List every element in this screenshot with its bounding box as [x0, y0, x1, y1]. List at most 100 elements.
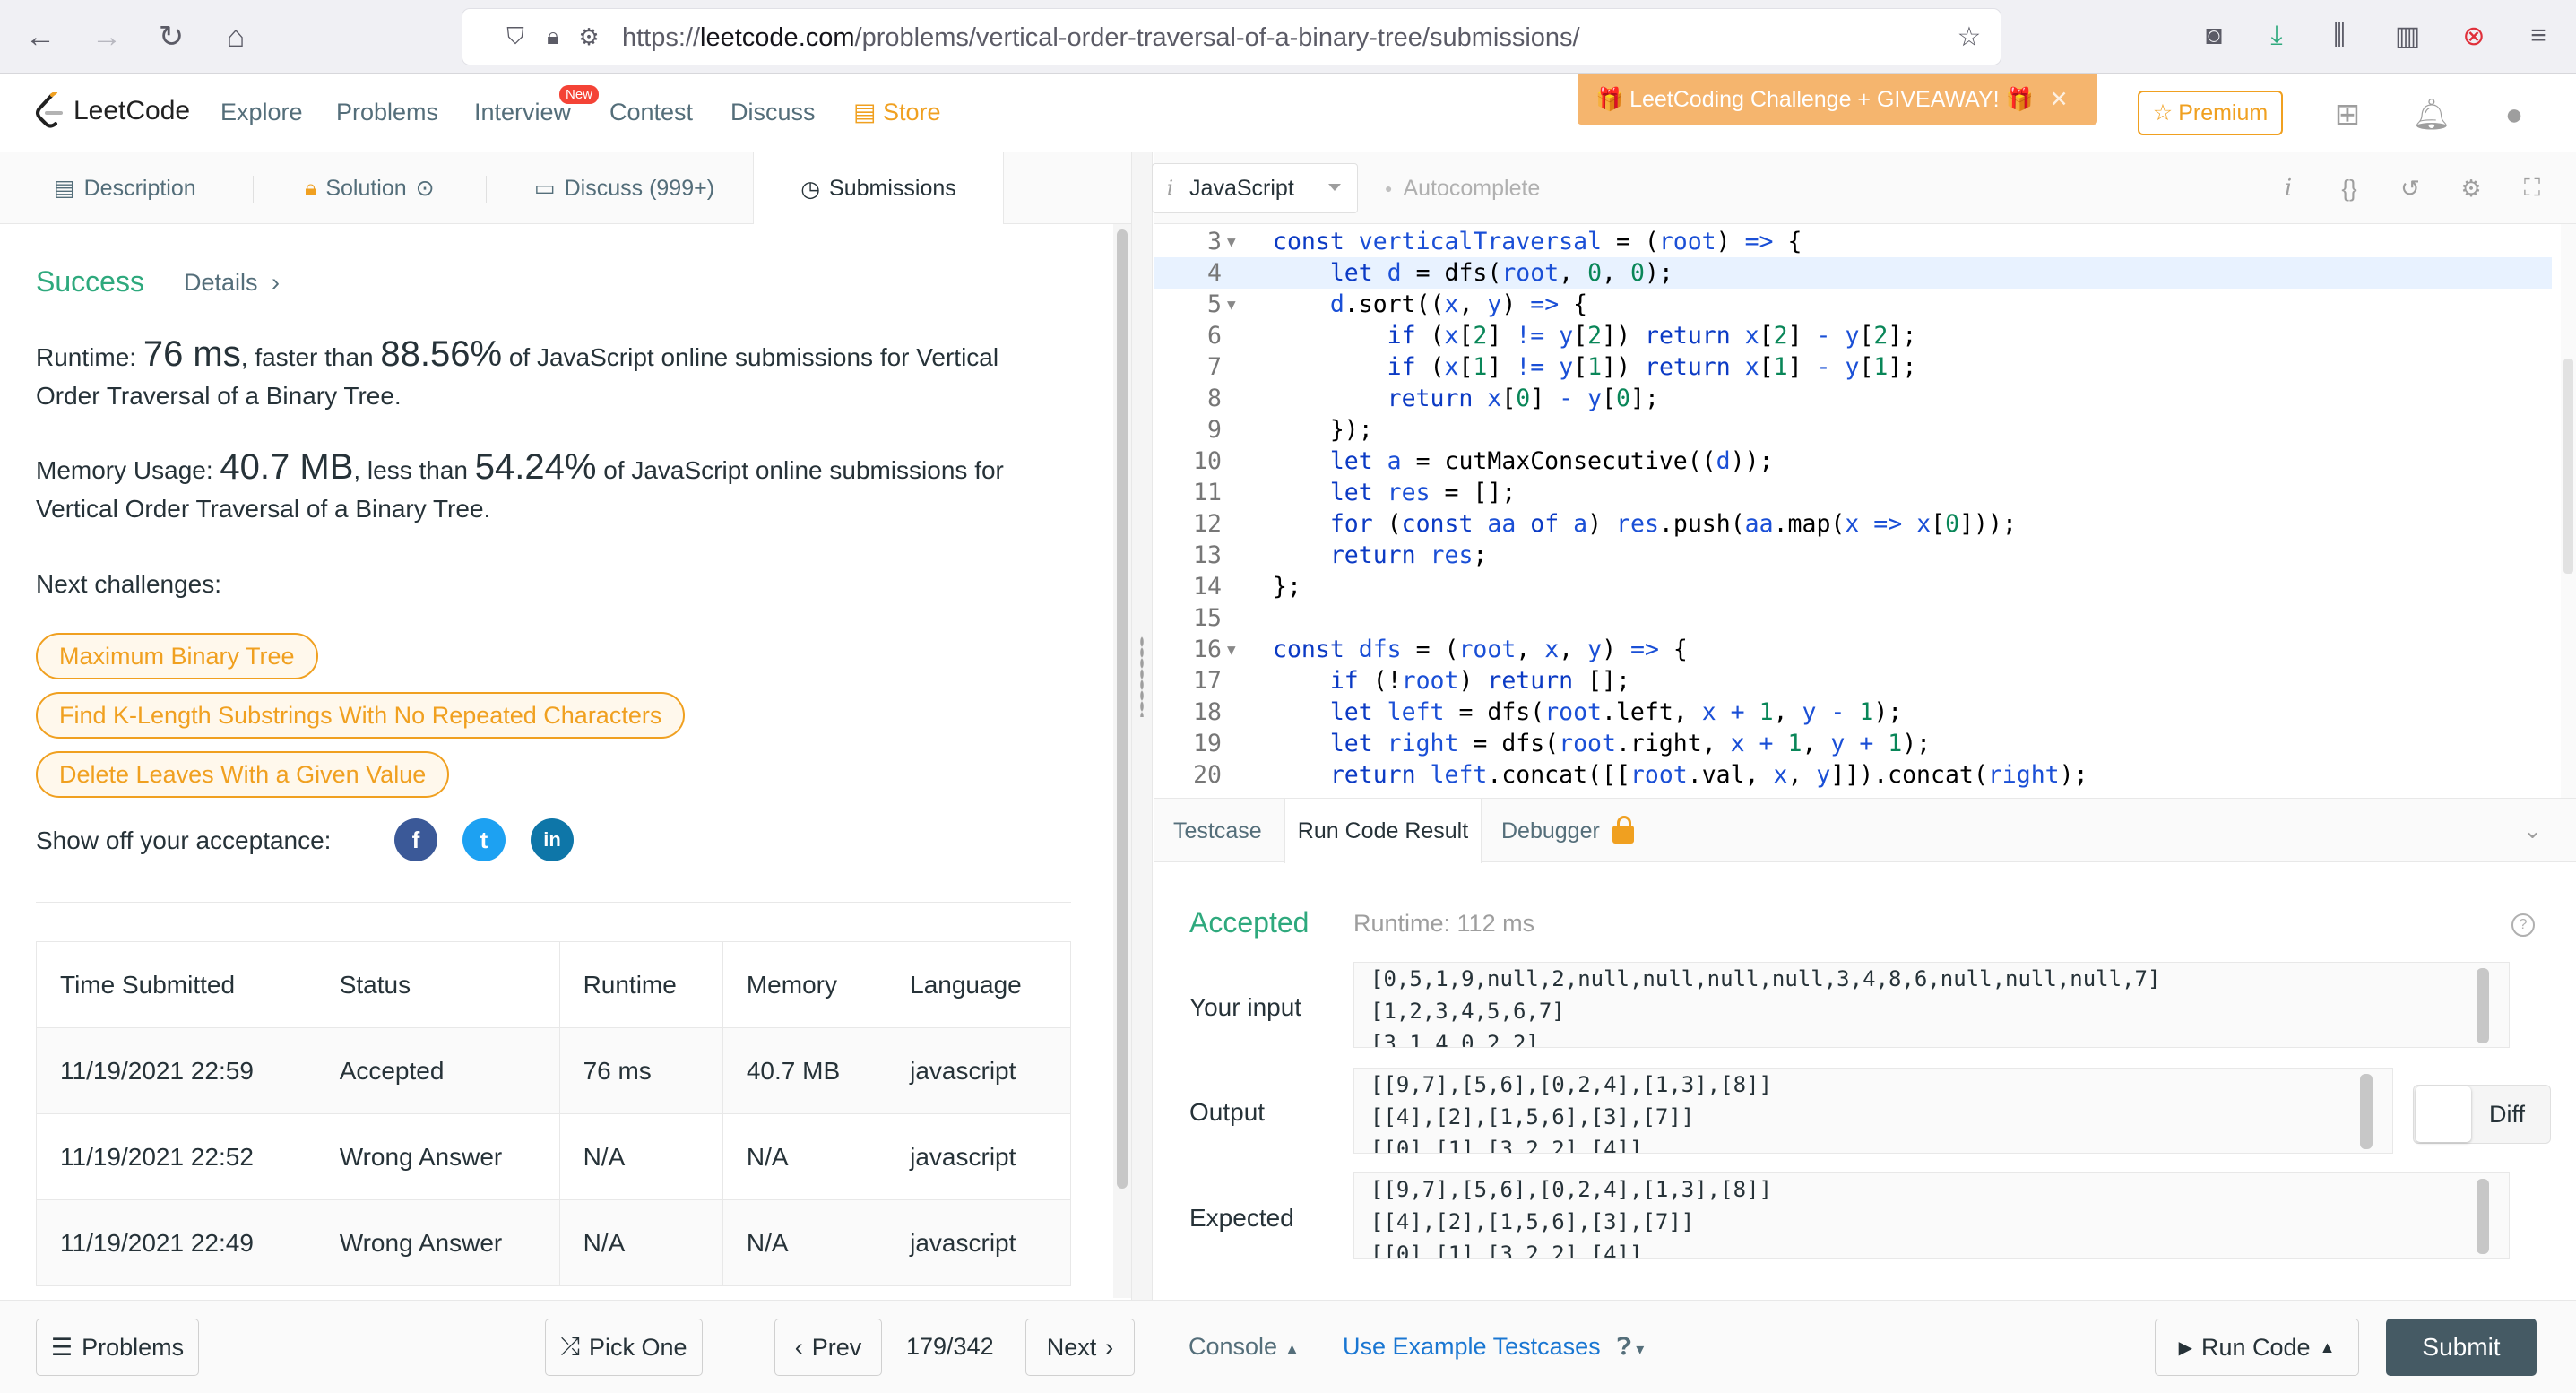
code-line[interactable]: 7 if (x[1] != y[1]) return x[1] - y[1]; [1154, 351, 2552, 383]
next-button[interactable]: Next › [1025, 1319, 1135, 1376]
diff-toggle[interactable]: Diff [2413, 1085, 2551, 1144]
download-icon[interactable]: ⤓ [2259, 18, 2295, 54]
status-cell[interactable]: Wrong Answer [315, 1113, 560, 1200]
code-line[interactable]: 19 let right = dfs(root.right, x + 1, y … [1154, 728, 2552, 759]
challenge-chip[interactable]: Find K-Length Substrings With No Repeate… [36, 692, 686, 739]
home-icon[interactable]: ⌂ [215, 16, 256, 57]
extension-blocker-icon[interactable]: ⊗ [2456, 18, 2492, 54]
nav-store[interactable]: ▤ Store [853, 99, 941, 126]
run-code-button[interactable]: ▶ Run Code ▲ [2155, 1319, 2359, 1376]
facebook-icon[interactable]: f [394, 818, 437, 861]
pane-resize-handle[interactable] [1131, 152, 1153, 1300]
code-line[interactable]: 17 if (!root) return []; [1154, 665, 2552, 696]
settings-icon[interactable]: ⚙ [2455, 172, 2487, 204]
code-line[interactable]: 9 }); [1154, 414, 2552, 446]
url-text[interactable]: https://leetcode.com/problems/vertical-o… [622, 23, 1580, 53]
scrollbar-thumb[interactable] [2563, 359, 2573, 574]
code-line[interactable]: 16 ▼ const dfs = (root, x, y) => { [1154, 634, 2552, 665]
shield-icon[interactable]: ⛉ [502, 22, 529, 50]
fold-icon[interactable]: ▼ [1227, 634, 1236, 665]
table-row[interactable]: 11/19/2021 22:59 Accepted 76 ms 40.7 MB … [36, 1027, 1071, 1114]
tab-debugger[interactable]: Debugger [1501, 799, 1634, 863]
info-icon[interactable]: i [2272, 172, 2304, 204]
scrollbar-thumb[interactable] [2477, 1179, 2489, 1254]
close-icon[interactable]: ✕ [2050, 87, 2069, 112]
collapse-chevron-icon[interactable]: ⌄ [2523, 799, 2542, 863]
leetcode-logo[interactable]: LeetCode [34, 92, 190, 130]
playground-icon[interactable]: ⊞ [2327, 94, 2368, 135]
menu-icon[interactable]: ≡ [2520, 18, 2556, 54]
pick-one-button[interactable]: ⤮ Pick One [545, 1319, 703, 1376]
code-line[interactable]: 12 for (const aa of a) res.push(aa.map(x… [1154, 508, 2552, 540]
autocomplete-toggle[interactable]: Autocomplete [1385, 176, 1540, 202]
tab-submissions[interactable]: ◷ Submissions [753, 152, 1004, 225]
fold-icon[interactable]: ▼ [1227, 226, 1236, 257]
nav-interview[interactable]: Interview [474, 99, 571, 126]
code-line[interactable]: 8 return x[0] - y[0]; [1154, 383, 2552, 414]
library-icon[interactable]: ⫼ [2321, 18, 2357, 54]
prev-button[interactable]: ‹ Prev [774, 1319, 882, 1376]
avatar-icon[interactable]: ● [2494, 94, 2535, 135]
twitter-icon[interactable]: t [462, 818, 506, 861]
input-box[interactable]: [0,5,1,9,null,2,null,null,null,null,3,4,… [1353, 962, 2510, 1048]
console-toggle[interactable]: Console ▲ [1189, 1333, 1300, 1361]
address-bar[interactable]: ⛉ 🔒︎ ⚙ https://leetcode.com/problems/ver… [462, 9, 2001, 65]
scrollbar-thumb[interactable] [2477, 968, 2489, 1043]
tab-description[interactable]: ▤ Description [54, 152, 196, 224]
code-line[interactable]: 15 [1154, 602, 2552, 634]
code-line[interactable]: 11 let res = []; [1154, 477, 2552, 508]
output-box[interactable]: [[9,7],[5,6],[0,2,4],[1,3],[8]] [[4],[2]… [1353, 1068, 2393, 1154]
permissions-icon[interactable]: ⚙ [575, 23, 602, 50]
status-cell[interactable]: Wrong Answer [315, 1199, 560, 1286]
help-dropdown[interactable]: ❓︎ ▾ [1617, 1333, 1644, 1362]
nav-discuss[interactable]: Discuss [730, 99, 816, 126]
back-icon[interactable]: ← [20, 16, 61, 57]
code-line[interactable]: 5 ▼ d.sort((x, y) => { [1154, 289, 2552, 320]
details-link[interactable]: Details › [184, 269, 280, 297]
expected-box[interactable]: [[9,7],[5,6],[0,2,4],[1,3],[8]] [[4],[2]… [1353, 1172, 2510, 1259]
code-line[interactable]: 13 return res; [1154, 540, 2552, 571]
code-editor[interactable]: 3 ▼ const verticalTraversal = (root) => { … [1154, 224, 2576, 798]
reset-icon[interactable]: ↺ [2394, 172, 2426, 204]
submit-button[interactable]: Submit [2386, 1319, 2537, 1376]
code-line[interactable]: 3 ▼ const verticalTraversal = (root) => { [1154, 226, 2552, 257]
code-line[interactable]: 14}; [1154, 571, 2552, 602]
sidebar-icon[interactable]: ▥ [2390, 18, 2425, 54]
help-icon[interactable]: ? [2511, 913, 2535, 937]
nav-problems[interactable]: Problems [336, 99, 438, 126]
reload-icon[interactable]: ↻ [151, 16, 192, 57]
challenge-chip[interactable]: Delete Leaves With a Given Value [36, 751, 450, 798]
code-line[interactable]: 20 return left.concat([[root.val, x, y]]… [1154, 759, 2552, 791]
challenge-chip[interactable]: Maximum Binary Tree [36, 633, 318, 679]
code-line[interactable]: 6 if (x[2] != y[2]) return x[2] - y[2]; [1154, 320, 2552, 351]
left-scrollbar[interactable] [1113, 224, 1131, 1298]
linkedin-icon[interactable]: in [531, 818, 574, 861]
problems-button[interactable]: ☰ Problems [36, 1319, 199, 1376]
language-select[interactable]: i JavaScript [1152, 163, 1358, 213]
code-line[interactable]: 4 let d = dfs(root, 0, 0); [1154, 257, 2552, 289]
fold-icon[interactable]: ▼ [1227, 289, 1236, 320]
tab-solution[interactable]: 🔒︎ Solution ⊙ [305, 152, 435, 224]
scrollbar-thumb[interactable] [1117, 229, 1128, 1189]
bookmark-star-icon[interactable]: ☆ [1956, 22, 1983, 52]
challenge-banner[interactable]: 🎁 LeetCoding Challenge + GIVEAWAY! 🎁 ✕ [1578, 74, 2097, 125]
forward-icon[interactable]: → [86, 16, 127, 57]
tab-discuss[interactable]: ▭ Discuss (999+) [534, 152, 714, 224]
nav-explore[interactable]: Explore [220, 99, 303, 126]
code-line[interactable]: 18 let left = dfs(root.left, x + 1, y - … [1154, 696, 2552, 728]
pocket-icon[interactable]: ◙ [2196, 18, 2232, 54]
tab-testcase[interactable]: Testcase [1173, 799, 1262, 863]
lock-icon[interactable]: 🔒︎ [540, 22, 566, 50]
code-line[interactable]: 10 let a = cutMaxConsecutive((d)); [1154, 446, 2552, 477]
nav-contest[interactable]: Contest [609, 99, 693, 126]
use-example-testcases-link[interactable]: Use Example Testcases [1343, 1333, 1601, 1361]
braces-icon[interactable]: {} [2333, 172, 2365, 204]
scrollbar-thumb[interactable] [2360, 1074, 2373, 1149]
table-row[interactable]: 11/19/2021 22:52 Wrong Answer N/A N/A ja… [36, 1113, 1071, 1200]
fullscreen-icon[interactable]: ⛶ [2516, 172, 2548, 204]
editor-scrollbar[interactable] [2561, 224, 2576, 798]
table-row[interactable]: 11/19/2021 22:49 Wrong Answer N/A N/A ja… [36, 1199, 1071, 1286]
tab-run-code-result[interactable]: Run Code Result [1284, 799, 1482, 864]
premium-button[interactable]: ☆ Premium [2138, 91, 2283, 135]
status-cell[interactable]: Accepted [315, 1027, 560, 1114]
